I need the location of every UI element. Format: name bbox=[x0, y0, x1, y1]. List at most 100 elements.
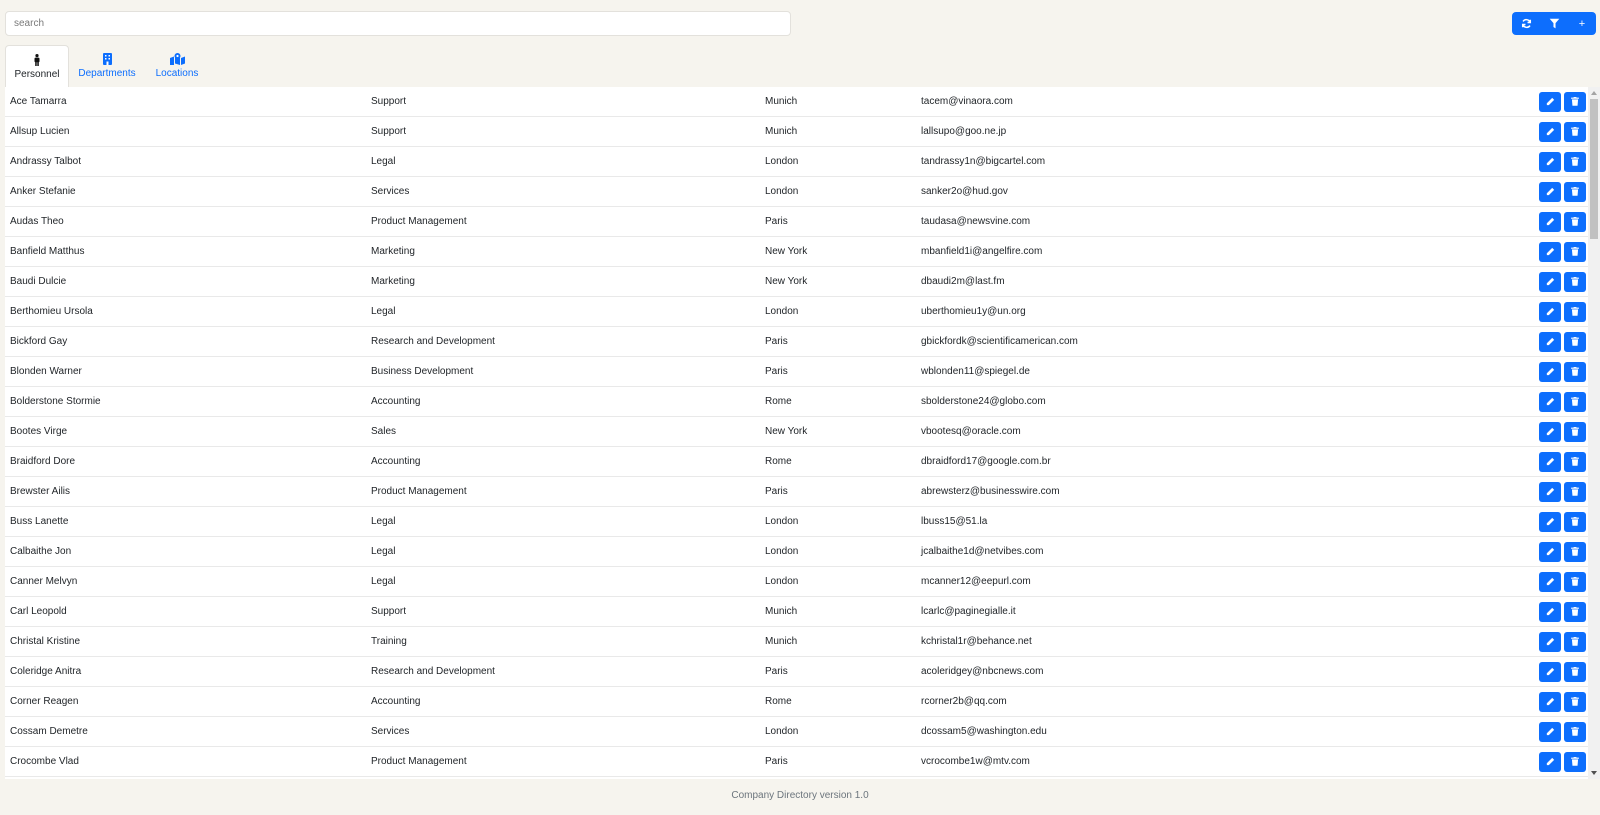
cell-location: Paris bbox=[765, 336, 788, 347]
delete-button[interactable] bbox=[1564, 511, 1586, 532]
delete-button[interactable] bbox=[1564, 91, 1586, 112]
delete-button[interactable] bbox=[1564, 421, 1586, 442]
delete-button[interactable] bbox=[1564, 541, 1586, 562]
footer-version: Company Directory version 1.0 bbox=[731, 790, 869, 801]
edit-button[interactable] bbox=[1539, 601, 1561, 622]
edit-button[interactable] bbox=[1539, 361, 1561, 382]
delete-button[interactable] bbox=[1564, 721, 1586, 742]
row-actions bbox=[1539, 541, 1586, 562]
edit-button[interactable] bbox=[1539, 751, 1561, 772]
edit-button[interactable] bbox=[1539, 721, 1561, 742]
tab-locations[interactable]: Locations bbox=[145, 45, 209, 87]
row-actions bbox=[1539, 601, 1586, 622]
pencil-icon bbox=[1546, 757, 1554, 766]
table-row: Cossam Demetre Services London dcossam5@was… bbox=[5, 717, 1588, 747]
cell-email: mcanner12@eepurl.com bbox=[921, 576, 1031, 587]
cell-department: Marketing bbox=[371, 246, 415, 257]
top-bar: + bbox=[0, 0, 1600, 45]
delete-button[interactable] bbox=[1564, 181, 1586, 202]
cell-location: New York bbox=[765, 246, 808, 257]
delete-button[interactable] bbox=[1564, 661, 1586, 682]
delete-button[interactable] bbox=[1564, 271, 1586, 292]
trash-icon bbox=[1571, 547, 1579, 556]
cell-email: lbuss15@51.la bbox=[921, 516, 988, 527]
edit-button[interactable] bbox=[1539, 241, 1561, 262]
scroll-up-arrow[interactable] bbox=[1591, 91, 1597, 95]
pencil-icon bbox=[1546, 127, 1554, 136]
scrollbar[interactable] bbox=[1588, 87, 1600, 779]
tab-personnel[interactable]: Personnel bbox=[5, 45, 69, 87]
cell-location: New York bbox=[765, 276, 808, 287]
edit-button[interactable] bbox=[1539, 631, 1561, 652]
delete-button[interactable] bbox=[1564, 151, 1586, 172]
trash-icon bbox=[1571, 337, 1579, 346]
row-actions bbox=[1539, 121, 1586, 142]
cell-name: Baudi Dulcie bbox=[10, 276, 67, 287]
edit-button[interactable] bbox=[1539, 151, 1561, 172]
edit-button[interactable] bbox=[1539, 121, 1561, 142]
edit-button[interactable] bbox=[1539, 271, 1561, 292]
delete-button[interactable] bbox=[1564, 481, 1586, 502]
table-row: Braidford Dore Accounting Rome dbraidford17… bbox=[5, 447, 1588, 477]
delete-button[interactable] bbox=[1564, 751, 1586, 772]
scrollbar-thumb[interactable] bbox=[1590, 99, 1598, 239]
tab-departments[interactable]: Departments bbox=[75, 45, 139, 87]
table-row: Corner Reagen Accounting Rome rcorner2b@qq.… bbox=[5, 687, 1588, 717]
table-row: Buss Lanette Legal London lbuss15@51.la bbox=[5, 507, 1588, 537]
delete-button[interactable] bbox=[1564, 601, 1586, 622]
edit-button[interactable] bbox=[1539, 301, 1561, 322]
delete-button[interactable] bbox=[1564, 331, 1586, 352]
edit-button[interactable] bbox=[1539, 181, 1561, 202]
edit-button[interactable] bbox=[1539, 91, 1561, 112]
edit-button[interactable] bbox=[1539, 211, 1561, 232]
row-actions bbox=[1539, 301, 1586, 322]
trash-icon bbox=[1571, 757, 1579, 766]
edit-button[interactable] bbox=[1539, 391, 1561, 412]
edit-button[interactable] bbox=[1539, 691, 1561, 712]
filter-button[interactable] bbox=[1540, 12, 1568, 35]
cell-name: Berthomieu Ursola bbox=[10, 306, 93, 317]
row-actions bbox=[1539, 511, 1586, 532]
edit-button[interactable] bbox=[1539, 421, 1561, 442]
pencil-icon bbox=[1546, 517, 1554, 526]
cell-department: Business Development bbox=[371, 366, 474, 377]
edit-button[interactable] bbox=[1539, 541, 1561, 562]
trash-icon bbox=[1571, 727, 1579, 736]
edit-button[interactable] bbox=[1539, 481, 1561, 502]
table-row: Crocombe Vlad Product Management Paris vcro… bbox=[5, 747, 1588, 777]
cell-location: Paris bbox=[765, 366, 788, 377]
edit-button[interactable] bbox=[1539, 661, 1561, 682]
delete-button[interactable] bbox=[1564, 631, 1586, 652]
search-input[interactable] bbox=[5, 11, 791, 36]
trash-icon bbox=[1571, 397, 1579, 406]
delete-button[interactable] bbox=[1564, 241, 1586, 262]
edit-button[interactable] bbox=[1539, 571, 1561, 592]
cell-location: Paris bbox=[765, 486, 788, 497]
delete-button[interactable] bbox=[1564, 361, 1586, 382]
cell-name: Calbaithe Jon bbox=[10, 546, 72, 557]
delete-button[interactable] bbox=[1564, 571, 1586, 592]
cell-name: Coleridge Anitra bbox=[10, 666, 82, 677]
refresh-icon bbox=[1521, 18, 1531, 29]
row-actions bbox=[1539, 721, 1586, 742]
refresh-button[interactable] bbox=[1512, 12, 1540, 35]
edit-button[interactable] bbox=[1539, 511, 1561, 532]
row-actions bbox=[1539, 271, 1586, 292]
cell-email: uberthomieu1y@un.org bbox=[921, 306, 1026, 317]
cell-name: Allsup Lucien bbox=[10, 126, 70, 137]
cell-name: Carl Leopold bbox=[10, 606, 67, 617]
cell-email: wblonden11@spiegel.de bbox=[921, 366, 1030, 377]
delete-button[interactable] bbox=[1564, 211, 1586, 232]
delete-button[interactable] bbox=[1564, 301, 1586, 322]
cell-email: kchristal1r@behance.net bbox=[921, 636, 1032, 647]
edit-button[interactable] bbox=[1539, 451, 1561, 472]
delete-button[interactable] bbox=[1564, 391, 1586, 412]
cell-location: London bbox=[765, 546, 799, 557]
delete-button[interactable] bbox=[1564, 121, 1586, 142]
edit-button[interactable] bbox=[1539, 331, 1561, 352]
delete-button[interactable] bbox=[1564, 691, 1586, 712]
add-button[interactable]: + bbox=[1568, 12, 1596, 35]
scroll-down-arrow[interactable] bbox=[1591, 771, 1597, 775]
cell-department: Legal bbox=[371, 156, 396, 167]
delete-button[interactable] bbox=[1564, 451, 1586, 472]
